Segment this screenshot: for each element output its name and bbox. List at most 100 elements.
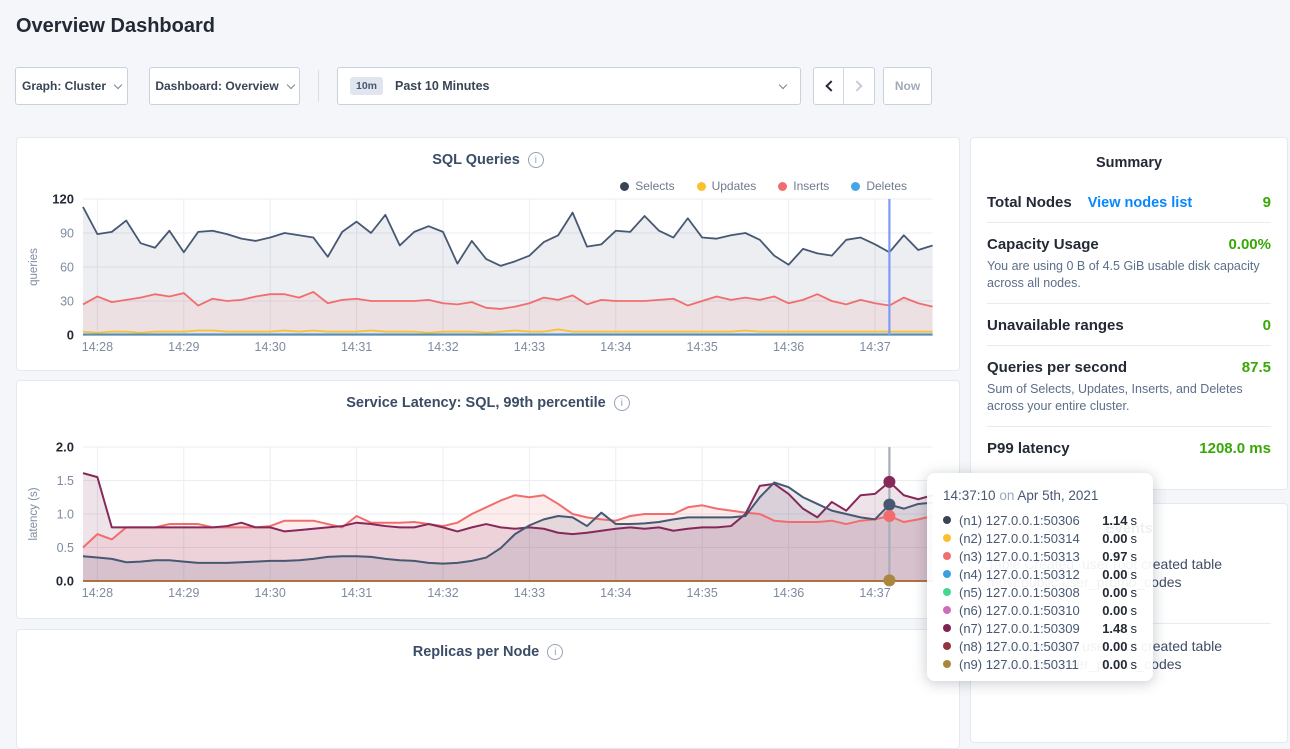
y-tick-label: 2.0 xyxy=(56,440,74,455)
graph-dropdown[interactable]: Graph: Cluster xyxy=(15,67,128,105)
node-color-dot xyxy=(943,660,951,668)
summary-row-unavailable: Unavailable ranges 0 xyxy=(987,304,1271,346)
y-tick-label: 60 xyxy=(60,261,74,275)
chevron-left-icon xyxy=(825,80,836,91)
range-badge: 10m xyxy=(350,77,383,95)
chevron-down-icon xyxy=(286,80,294,88)
replicas-title-row: Replicas per Node i xyxy=(17,644,959,660)
y-tick-label: 120 xyxy=(52,192,74,207)
qps-label: Queries per second xyxy=(987,359,1127,376)
summary-row-qps: Queries per second 87.5 Sum of Selects, … xyxy=(987,346,1271,427)
tooltip-row: (n6) 127.0.0.1:503100.00s xyxy=(943,601,1137,619)
x-tick-label: 14:31 xyxy=(341,340,372,354)
tooltip-header: 14:37:10 on Apr 5th, 2021 xyxy=(943,488,1137,503)
now-button[interactable]: Now xyxy=(883,67,932,105)
y-tick-label: 30 xyxy=(60,295,74,309)
tooltip-row: (n9) 127.0.0.1:503110.00s xyxy=(943,655,1137,673)
total-nodes-value: 9 xyxy=(1263,194,1271,211)
x-tick-label: 14:28 xyxy=(82,340,113,354)
time-range-dropdown[interactable]: 10m Past 10 Minutes xyxy=(337,67,801,105)
tooltip-row: (n3) 127.0.0.1:503130.97s xyxy=(943,547,1137,565)
summary-row-capacity: Capacity Usage 0.00% You are using 0 B o… xyxy=(987,223,1271,304)
p99-label: P99 latency xyxy=(987,440,1070,457)
view-nodes-list-link[interactable]: View nodes list xyxy=(1088,195,1193,211)
summary-panel: Summary Total Nodes View nodes list 9 Ca… xyxy=(970,137,1288,490)
x-tick-label: 14:31 xyxy=(341,586,372,600)
node-color-dot xyxy=(943,516,951,524)
x-tick-label: 14:37 xyxy=(859,340,890,354)
page-title: Overview Dashboard xyxy=(16,15,215,38)
y-tick-label: 0.5 xyxy=(57,541,74,555)
y-tick-label: 1.0 xyxy=(57,508,74,522)
node-color-dot xyxy=(943,570,951,578)
node-color-dot xyxy=(943,588,951,596)
sql-queries-chart-canvas: 030609012014:2814:2914:3014:3114:3214:33… xyxy=(17,138,961,372)
tooltip-rows: (n1) 127.0.0.1:503061.14s(n2) 127.0.0.1:… xyxy=(943,511,1137,673)
chevron-right-icon xyxy=(851,80,862,91)
capacity-subtext: You are using 0 B of 4.5 GiB usable disk… xyxy=(987,258,1271,292)
qps-subtext: Sum of Selects, Updates, Inserts, and De… xyxy=(987,381,1271,415)
x-tick-label: 14:33 xyxy=(514,586,545,600)
x-tick-label: 14:36 xyxy=(773,340,804,354)
summary-row-p99: P99 latency 1208.0 ms xyxy=(987,427,1271,468)
tooltip-row: (n7) 127.0.0.1:503091.48s xyxy=(943,619,1137,637)
qps-value: 87.5 xyxy=(1242,359,1271,376)
x-tick-label: 14:35 xyxy=(687,340,718,354)
p99-value: 1208.0 ms xyxy=(1199,440,1271,457)
sql-queries-chart-panel: SQL Queries i SelectsUpdatesInsertsDelet… xyxy=(16,137,960,371)
chevron-down-icon xyxy=(114,80,122,88)
tooltip-row: (n8) 127.0.0.1:503070.00s xyxy=(943,637,1137,655)
summary-row-total-nodes: Total Nodes View nodes list 9 xyxy=(987,181,1271,223)
y-axis-label: queries xyxy=(28,248,40,286)
total-nodes-label: Total Nodes xyxy=(987,194,1072,211)
dashboard-dropdown[interactable]: Dashboard: Overview xyxy=(149,67,300,105)
capacity-value: 0.00% xyxy=(1228,236,1271,253)
info-icon[interactable]: i xyxy=(547,644,563,660)
toolbar-divider xyxy=(318,70,319,102)
chart-hover-tooltip: 14:37:10 on Apr 5th, 2021 (n1) 127.0.0.1… xyxy=(927,473,1153,681)
node-color-dot xyxy=(943,624,951,632)
unavailable-label: Unavailable ranges xyxy=(987,317,1124,334)
x-tick-label: 14:29 xyxy=(168,586,199,600)
time-step-buttons xyxy=(813,67,875,105)
tooltip-row: (n5) 127.0.0.1:503080.00s xyxy=(943,583,1137,601)
chevron-down-icon xyxy=(779,80,787,88)
crosshair-dot-n7 xyxy=(883,476,895,488)
chart-title: Replicas per Node xyxy=(413,644,540,660)
tooltip-row: (n1) 127.0.0.1:503061.14s xyxy=(943,511,1137,529)
x-tick-label: 14:29 xyxy=(168,340,199,354)
y-tick-label: 90 xyxy=(60,227,74,241)
x-tick-label: 14:35 xyxy=(687,586,718,600)
x-tick-label: 14:37 xyxy=(859,586,890,600)
crosshair-dot-n9 xyxy=(883,574,895,586)
replicas-chart-panel: Replicas per Node i xyxy=(16,629,960,749)
y-tick-label: 0.0 xyxy=(56,574,74,589)
crosshair-dot-n1 xyxy=(883,499,895,511)
x-tick-label: 14:34 xyxy=(600,340,631,354)
crosshair-dot-n3 xyxy=(883,510,895,522)
x-tick-label: 14:30 xyxy=(255,340,286,354)
node-color-dot xyxy=(943,552,951,560)
x-tick-label: 14:34 xyxy=(600,586,631,600)
unavailable-value: 0 xyxy=(1263,317,1271,334)
service-latency-chart-panel: Service Latency: SQL, 99th percentile i … xyxy=(16,380,960,619)
y-tick-label: 1.5 xyxy=(57,474,74,488)
tooltip-row: (n2) 127.0.0.1:503140.00s xyxy=(943,529,1137,547)
summary-title: Summary xyxy=(971,138,1287,171)
node-color-dot xyxy=(943,534,951,542)
y-axis-label: latency (s) xyxy=(28,487,40,540)
step-forward-button[interactable] xyxy=(844,68,874,104)
service-latency-chart-canvas: 0.0 0.5 1.0 1.5 2.0 14:28 14:29 14:30 14:31 14:32… xyxy=(17,381,961,620)
step-back-button[interactable] xyxy=(814,68,844,104)
x-tick-label: 14:30 xyxy=(255,586,286,600)
range-label: Past 10 Minutes xyxy=(395,79,489,93)
x-tick-label: 14:33 xyxy=(514,340,545,354)
x-tick-label: 14:28 xyxy=(82,586,113,600)
node-color-dot xyxy=(943,642,951,650)
capacity-label: Capacity Usage xyxy=(987,236,1099,253)
y-tick-label: 0 xyxy=(67,328,74,343)
x-tick-label: 14:32 xyxy=(427,586,458,600)
x-tick-label: 14:36 xyxy=(773,586,804,600)
tooltip-row: (n4) 127.0.0.1:503120.00s xyxy=(943,565,1137,583)
node-color-dot xyxy=(943,606,951,614)
